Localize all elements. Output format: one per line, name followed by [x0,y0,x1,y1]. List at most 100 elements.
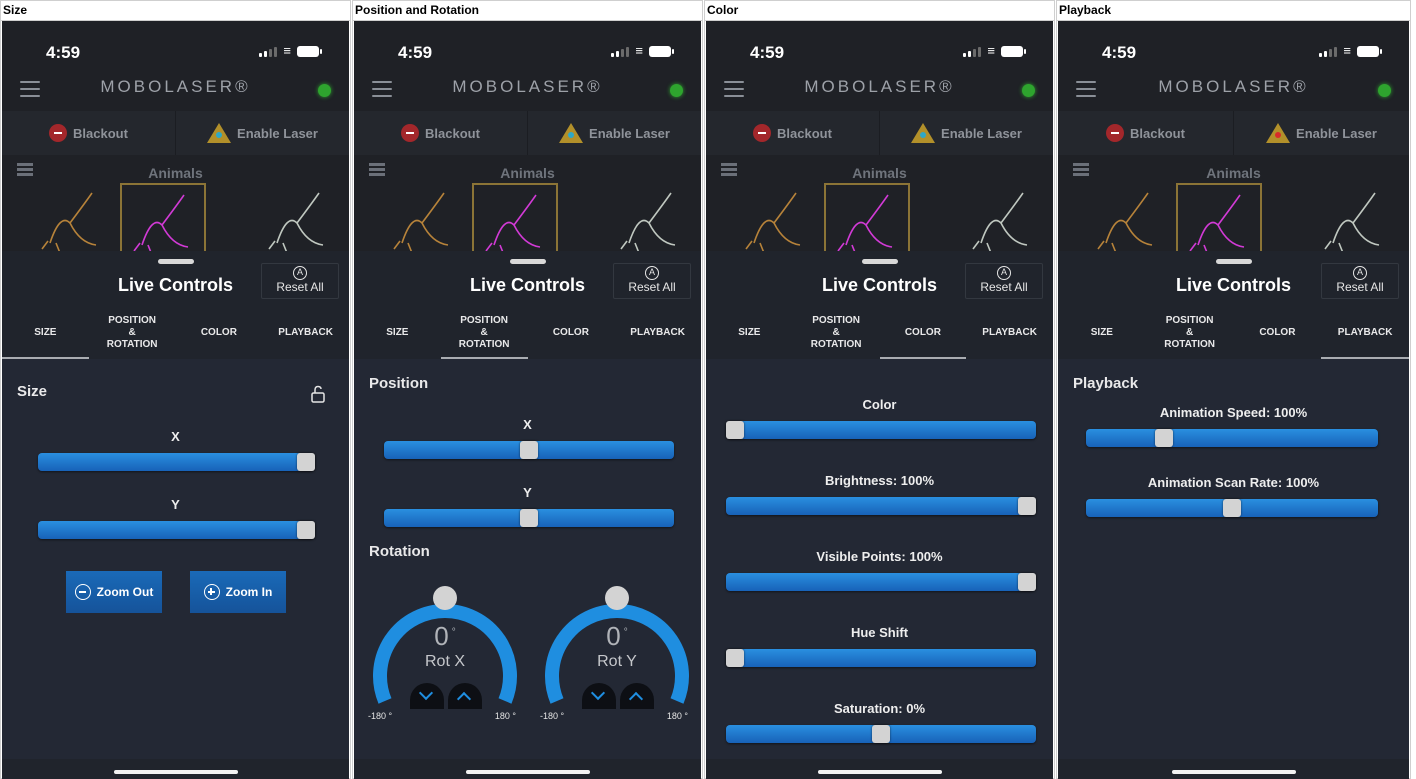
tab-position-rotation[interactable]: POSITION & ROTATION [440,307,528,359]
sheet-grabber[interactable] [1215,259,1252,264]
reset-all-button[interactable]: A Reset All [613,263,691,299]
tab-label: POSITION & ROTATION [1164,315,1215,350]
animation-thumbnail-selected[interactable] [472,183,558,256]
animation-thumbnail[interactable] [1313,183,1395,255]
blackout-button[interactable]: Blackout [1058,111,1234,155]
tab-position-rotation[interactable]: POSITION & ROTATION [1146,307,1234,359]
playback-slider-label: Animation Scan Rate: 100% [1147,475,1320,490]
zoom-in-button[interactable]: Zoom In [190,571,286,613]
gallery-title: Animals [500,165,555,181]
tab-label: PLAYBACK [630,327,685,338]
sheet-grabber[interactable] [509,259,546,264]
home-indicator[interactable] [113,770,238,774]
reset-all-button[interactable]: A Reset All [261,263,339,299]
sheet-grabber[interactable] [157,259,194,264]
home-indicator[interactable] [1171,770,1296,774]
decrement-button[interactable] [582,683,616,709]
animation-thumbnail[interactable] [257,183,339,255]
size-x-slider-knob[interactable] [297,453,315,471]
app-bar: MOBOLASER® [1058,69,1409,111]
tab-position-rotation[interactable]: POSITION & ROTATION [89,307,176,359]
rotation-dial-x[interactable]: 0 ° Rot X -180 ° 180 ° [368,581,520,731]
increment-button[interactable] [620,683,654,709]
tab-color[interactable]: COLOR [176,307,263,359]
lock-icon[interactable] [311,385,325,403]
animation-thumbnail[interactable] [30,183,112,255]
reset-all-button[interactable]: A Reset All [965,263,1043,299]
animation-thumbnail-selected[interactable] [1176,183,1262,256]
enable-laser-button[interactable]: Enable Laser [176,111,349,155]
position-y-slider-knob[interactable] [520,509,538,527]
playback-slider-0[interactable] [1086,429,1378,447]
playback-slider-0-knob[interactable] [1155,429,1173,447]
home-indicator[interactable] [465,770,590,774]
tab-playback[interactable]: PLAYBACK [1321,307,1409,359]
position-y-slider[interactable] [384,509,674,527]
connection-status-icon [318,84,331,97]
color-slider-0-knob[interactable] [726,421,744,439]
color-slider-2-knob[interactable] [1018,573,1036,591]
animation-thumbnail[interactable] [961,183,1043,255]
animation-thumbnail[interactable] [734,183,816,255]
enable-laser-button[interactable]: Enable Laser [1234,111,1409,155]
animation-thumbnail[interactable] [609,183,691,255]
tab-bar: SIZE POSITION & ROTATION COLOR PLAYBACK [706,307,1053,359]
tab-playback[interactable]: PLAYBACK [614,307,701,359]
laser-warning-icon [559,123,584,143]
phone-screen: 4:59 ≡ MOBOLASER® Blackout Enable Laser Anima… [2,21,349,779]
enable-laser-button[interactable]: Enable Laser [880,111,1053,155]
panel-playback: Playback 4:59 ≡ MOBOLASER® Blackout Enable La… [1056,0,1411,779]
color-slider-3[interactable] [726,649,1036,667]
size-y-slider-knob[interactable] [297,521,315,539]
color-slider-1-knob[interactable] [1018,497,1036,515]
rotation-dial-y[interactable]: 0 ° Rot Y -180 ° 180 ° [540,581,692,731]
tab-label: SIZE [1090,327,1113,338]
position-x-slider-knob[interactable] [520,441,538,459]
playback-slider-1[interactable] [1086,499,1378,517]
tab-color[interactable]: COLOR [879,307,967,359]
tab-size[interactable]: SIZE [2,307,89,359]
blackout-button[interactable]: Blackout [2,111,176,155]
status-bar: 4:59 ≡ [354,21,701,69]
live-controls-sheet: Live Controls A Reset All SIZE POSITION & RO… [354,251,701,779]
dial-value: 0 ° [542,621,692,652]
color-slider-3-knob[interactable] [726,649,744,667]
color-slider-4-knob[interactable] [872,725,890,743]
tab-playback[interactable]: PLAYBACK [262,307,349,359]
wifi-icon: ≡ [283,43,291,58]
tab-bar: SIZE POSITION & ROTATION COLOR PLAYBACK [2,307,349,359]
color-slider-1[interactable] [726,497,1036,515]
color-slider-0[interactable] [726,421,1036,439]
animation-thumbnail[interactable] [382,183,464,255]
tab-color[interactable]: COLOR [1234,307,1322,359]
system-icons: ≡ [611,44,674,57]
size-x-slider[interactable] [38,453,315,471]
reset-all-button[interactable]: A Reset All [1321,263,1399,299]
tab-playback[interactable]: PLAYBACK [966,307,1053,359]
animation-thumbnail[interactable] [1086,183,1168,255]
plus-circle-icon [203,584,220,600]
size-y-slider[interactable] [38,521,315,539]
tab-color[interactable]: COLOR [528,307,615,359]
sheet-grabber[interactable] [861,259,898,264]
blackout-button[interactable]: Blackout [354,111,528,155]
playback-slider-1-knob[interactable] [1223,499,1241,517]
position-x-slider[interactable] [384,441,674,459]
animation-thumbnail-selected[interactable] [120,183,206,256]
color-slider-4[interactable] [726,725,1036,743]
app-brand: MOBOLASER® [1158,77,1309,96]
tab-size[interactable]: SIZE [706,307,793,359]
blackout-button[interactable]: Blackout [706,111,880,155]
tab-size[interactable]: SIZE [1058,307,1146,359]
increment-button[interactable] [448,683,482,709]
tab-position-rotation[interactable]: POSITION & ROTATION [793,307,880,359]
animation-thumbnail-selected[interactable] [824,183,910,256]
color-slider-2[interactable] [726,573,1036,591]
zoom-out-button[interactable]: Zoom Out [66,571,162,613]
decrement-button[interactable] [410,683,444,709]
enable-laser-button[interactable]: Enable Laser [528,111,701,155]
home-indicator[interactable] [817,770,942,774]
dial-value-number: 0 [434,621,449,651]
tab-size[interactable]: SIZE [354,307,441,359]
system-icons: ≡ [963,44,1026,57]
